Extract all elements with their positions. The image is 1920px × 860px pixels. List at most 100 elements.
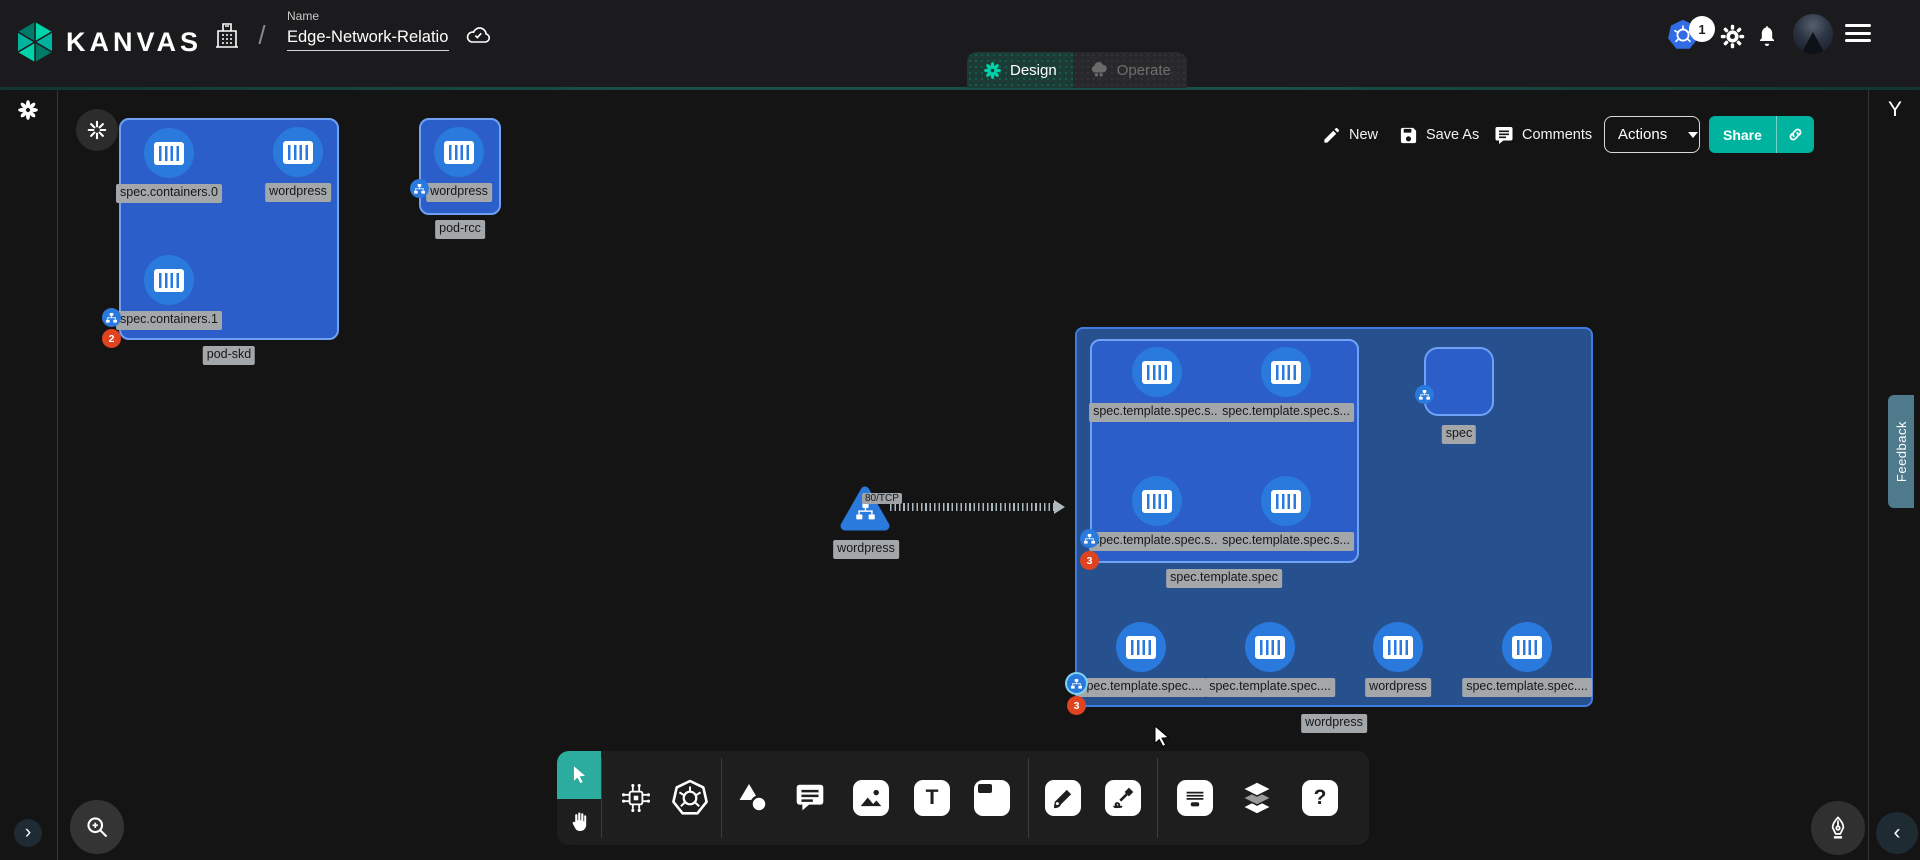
feedback-tab[interactable]: Feedback xyxy=(1888,395,1914,508)
sidebar-flower-icon[interactable] xyxy=(17,99,39,126)
notifications-bell-icon[interactable] xyxy=(1753,21,1781,51)
text-icon: T xyxy=(914,780,950,816)
node-label: spec.template.spec.s... xyxy=(1218,532,1354,551)
hamburger-menu-icon[interactable] xyxy=(1845,24,1871,47)
container-icon xyxy=(434,127,484,177)
copy-link-button[interactable] xyxy=(1777,116,1814,153)
shapes-icon xyxy=(732,778,772,818)
pod-badge-icon[interactable] xyxy=(410,179,429,198)
node-label: spec xyxy=(1442,425,1476,444)
error-count-badge[interactable]: 3 xyxy=(1067,696,1086,715)
header-accent-divider xyxy=(0,87,1920,90)
design-name-label: Name xyxy=(287,9,319,23)
kubernetes-tool[interactable] xyxy=(668,776,712,820)
help-tool[interactable]: ? xyxy=(1298,776,1342,820)
comments-button[interactable]: Comments xyxy=(1494,117,1592,153)
node-label: spec.template.spec.... xyxy=(1462,678,1592,697)
share-label[interactable]: Share xyxy=(1709,116,1776,153)
new-label: New xyxy=(1349,127,1378,143)
hand-icon xyxy=(567,810,591,834)
mode-tabs: Design Operate xyxy=(967,52,1187,88)
container-icon xyxy=(1502,622,1552,672)
freehand-draw-tool[interactable] xyxy=(1101,776,1145,820)
pod-badge-icon[interactable] xyxy=(1067,674,1086,693)
expand-left-panel-button[interactable]: › xyxy=(14,819,42,847)
group-spec-template-spec[interactable] xyxy=(1090,339,1359,563)
kubernetes-count-badge[interactable]: 1 xyxy=(1689,16,1715,42)
actions-dropdown-button[interactable]: Actions xyxy=(1604,116,1700,153)
note-tab-icon xyxy=(974,780,1010,816)
node-label: spec.template.spec.s... xyxy=(1089,403,1225,422)
pod-badge-icon[interactable] xyxy=(102,308,121,327)
operate-icon xyxy=(1089,60,1109,80)
kanvas-logo[interactable]: KANVAS xyxy=(14,19,202,65)
text-tool[interactable]: T xyxy=(910,776,954,820)
pen-nib-icon xyxy=(1824,814,1852,842)
pen-path-tool[interactable] xyxy=(1041,776,1085,820)
note-tool[interactable] xyxy=(970,776,1014,820)
pen-mode-button[interactable] xyxy=(1811,801,1865,855)
actions-caret[interactable] xyxy=(1680,117,1706,152)
zoom-search-button[interactable] xyxy=(70,800,124,854)
node-label: wordpress xyxy=(426,183,492,202)
kanvas-hexagon-icon xyxy=(14,19,56,65)
question-icon: ? xyxy=(1302,780,1338,816)
group-label-pod-rcc: pod-rcc xyxy=(435,220,485,239)
image-tool[interactable] xyxy=(849,776,893,820)
comment-icon xyxy=(1494,125,1514,145)
archive-drawer-icon xyxy=(1177,780,1213,816)
settings-gear-icon[interactable] xyxy=(1717,21,1747,51)
collapse-right-panel-button[interactable]: ‹ xyxy=(1876,812,1918,854)
layers-icon xyxy=(1237,778,1277,818)
pan-tool[interactable] xyxy=(557,799,601,845)
container-icon xyxy=(273,127,323,177)
tab-design[interactable]: Design xyxy=(967,52,1073,88)
node-label: wordpress xyxy=(833,540,899,559)
error-count-badge[interactable]: 3 xyxy=(1080,551,1099,570)
tab-operate-label: Operate xyxy=(1117,62,1171,79)
pod-badge-icon[interactable] xyxy=(1415,385,1434,404)
select-tool[interactable] xyxy=(557,751,601,799)
pencil-icon xyxy=(1322,126,1341,145)
node-label: spec.containers.0 xyxy=(116,184,222,203)
components-tool[interactable] xyxy=(614,776,658,820)
feedback-label: Feedback xyxy=(1894,421,1909,482)
node-label: spec.template.spec.s... xyxy=(1218,403,1354,422)
container-icon xyxy=(1373,622,1423,672)
app-header: KANVAS / Name 1 xyxy=(0,0,1920,87)
right-panel-toggle[interactable]: Y xyxy=(1884,98,1906,122)
cursor-arrow-icon xyxy=(568,764,590,786)
breadcrumb-separator: / xyxy=(252,16,272,54)
kanvas-app: { "header": { "brand": "KANVAS", "name_l… xyxy=(0,0,1920,860)
design-name-input[interactable] xyxy=(287,25,449,51)
node-label: wordpress xyxy=(1365,678,1431,697)
container-icon xyxy=(1132,476,1182,526)
user-avatar[interactable] xyxy=(1793,14,1833,54)
drawer-tool[interactable] xyxy=(1173,776,1217,820)
comments-label: Comments xyxy=(1522,127,1592,143)
design-flower-icon xyxy=(983,61,1002,80)
group-label-deployment: wordpress xyxy=(1301,714,1367,733)
cloud-saved-icon[interactable] xyxy=(463,22,493,48)
new-button[interactable]: New xyxy=(1322,117,1378,153)
pod-badge-icon[interactable] xyxy=(1080,529,1099,548)
layers-tool[interactable] xyxy=(1235,776,1279,820)
edge-service-to-deployment[interactable] xyxy=(890,503,1054,511)
workspace-building-icon[interactable] xyxy=(213,20,241,50)
right-rail-divider xyxy=(1868,90,1869,860)
error-count-badge[interactable]: 2 xyxy=(102,329,121,348)
save-as-button[interactable]: Save As xyxy=(1399,117,1479,153)
node-spec[interactable] xyxy=(1424,347,1494,416)
node-label: wordpress xyxy=(265,183,331,202)
share-button[interactable]: Share xyxy=(1709,116,1814,153)
toolbar-divider xyxy=(1028,758,1029,838)
actions-label[interactable]: Actions xyxy=(1605,117,1680,152)
container-icon xyxy=(1116,622,1166,672)
pencil-scribble-icon xyxy=(1105,780,1141,816)
canvas-spinner xyxy=(76,109,118,151)
shapes-tool[interactable] xyxy=(730,776,774,820)
tab-operate[interactable]: Operate xyxy=(1073,52,1187,88)
left-rail-divider xyxy=(57,90,58,860)
container-icon xyxy=(1261,347,1311,397)
comment-tool[interactable] xyxy=(788,776,832,820)
